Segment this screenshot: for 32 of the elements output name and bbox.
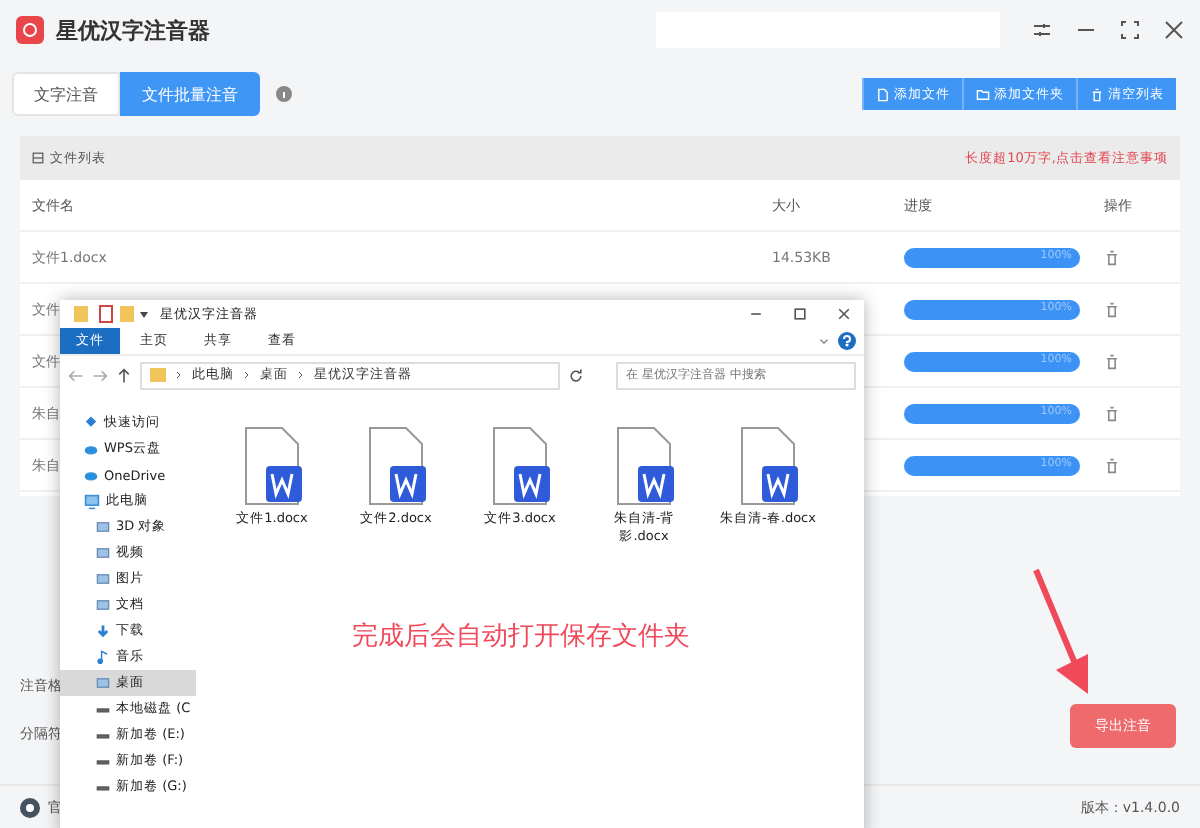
settings-icon	[1032, 20, 1052, 40]
folder-icon	[976, 87, 990, 101]
maximize-icon	[792, 306, 808, 322]
download-icon	[96, 624, 110, 638]
app-title: 星优汉字注音器	[56, 15, 210, 45]
music-icon	[96, 650, 110, 664]
close-icon	[836, 306, 852, 322]
list-icon	[32, 152, 44, 164]
trash-icon	[1104, 301, 1120, 317]
close-icon	[1164, 20, 1184, 40]
trash-icon	[1104, 405, 1120, 421]
help-icon[interactable]	[838, 332, 856, 350]
monitor-icon	[84, 493, 100, 509]
file-icon	[876, 87, 890, 101]
trash-icon	[1090, 87, 1104, 101]
back-icon	[68, 367, 84, 383]
tab[interactable]: 文字注音	[12, 72, 120, 116]
up-icon	[116, 367, 132, 383]
folder-icon	[150, 368, 166, 382]
info-icon[interactable]	[276, 86, 292, 102]
trash-icon	[1104, 457, 1120, 473]
refresh-icon	[568, 367, 584, 383]
gear-icon	[20, 797, 40, 817]
chevron-down-icon	[818, 335, 830, 347]
folder-icon	[96, 676, 110, 690]
maximize-icon	[1120, 20, 1140, 40]
quick-access-toolbar-drawing[interactable]	[72, 304, 152, 324]
forward-icon	[92, 367, 108, 383]
caption-text: 完成后会自动打开保存文件夹	[352, 620, 692, 654]
trash-icon	[1104, 353, 1120, 369]
trash-icon	[1104, 249, 1120, 265]
app-logo-icon	[16, 16, 44, 44]
